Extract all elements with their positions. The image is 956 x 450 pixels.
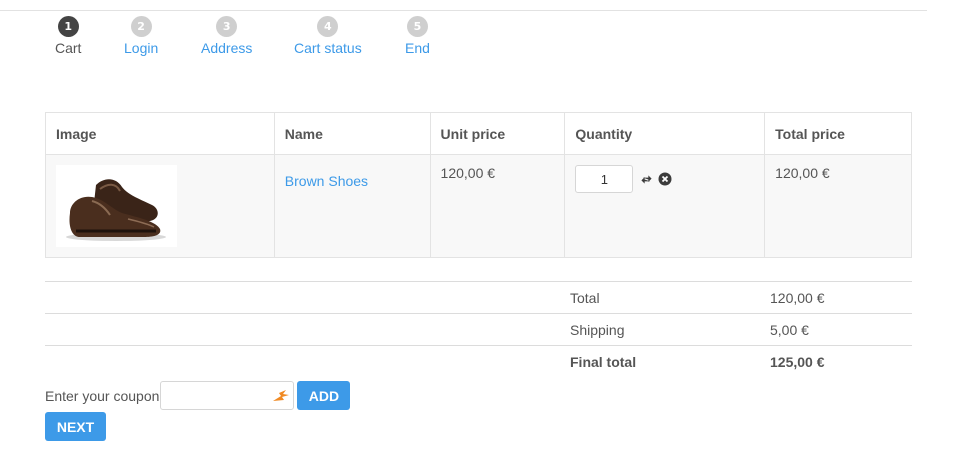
- step-label[interactable]: Address: [201, 40, 252, 56]
- shipping-row: Shipping 5,00 €: [45, 314, 912, 346]
- step-number: 1: [57, 16, 79, 37]
- product-image-cell: [45, 154, 275, 258]
- total-value: 120,00 €: [770, 290, 825, 306]
- coupon-form: Enter your coupon ADD: [45, 381, 351, 410]
- quantity-input[interactable]: [575, 165, 634, 193]
- final-total-value: 125,00 €: [770, 354, 825, 370]
- final-total-label: Final total: [570, 354, 637, 370]
- add-coupon-button[interactable]: ADD: [297, 381, 351, 410]
- product-name-cell: Brown Shoes: [273, 154, 431, 258]
- step-label: Cart: [55, 40, 82, 56]
- coupon-label: Enter your coupon: [45, 388, 160, 404]
- step-label[interactable]: Login: [124, 40, 158, 56]
- step-cart: 1 Cart: [55, 16, 81, 56]
- step-address[interactable]: 3 Address: [201, 16, 252, 56]
- step-number: 5: [406, 16, 428, 37]
- quantity-controls: [575, 165, 754, 193]
- header-total-price: Total price: [764, 112, 912, 155]
- fill-helper-icon[interactable]: [272, 388, 290, 404]
- total-row: Total 120,00 €: [45, 282, 912, 314]
- total-price-cell: 120,00 €: [764, 154, 912, 258]
- brown-shoes-image: [56, 165, 177, 247]
- step-cart-status[interactable]: 4 Cart status: [294, 16, 362, 56]
- refresh-icon[interactable]: [639, 172, 653, 186]
- product-name-link[interactable]: Brown Shoes: [285, 173, 368, 189]
- total-label: Total: [570, 290, 600, 306]
- table-header-row: Image Name Unit price Quantity Total pri…: [45, 112, 912, 155]
- step-login[interactable]: 2 Login: [124, 16, 158, 56]
- step-number: 3: [216, 16, 238, 37]
- totals-summary: Total 120,00 € Shipping 5,00 € Final tot…: [45, 281, 912, 376]
- remove-icon[interactable]: [658, 172, 672, 186]
- step-label[interactable]: Cart status: [294, 40, 362, 56]
- header-name: Name: [273, 112, 431, 155]
- step-label[interactable]: End: [405, 40, 430, 56]
- step-number: 2: [130, 16, 152, 37]
- top-divider: [0, 10, 927, 11]
- step-number: 4: [317, 16, 339, 37]
- cart-table: Image Name Unit price Quantity Total pri…: [45, 112, 912, 258]
- step-end[interactable]: 5 End: [405, 16, 430, 56]
- header-quantity: Quantity: [564, 112, 766, 155]
- shipping-value: 5,00 €: [770, 322, 809, 338]
- unit-price-cell: 120,00 €: [429, 154, 566, 258]
- header-image: Image: [45, 112, 275, 155]
- quantity-cell: [564, 154, 766, 258]
- final-total-row: Final total 125,00 €: [45, 346, 912, 376]
- table-row: Brown Shoes 120,00 € 1 120,00 €: [45, 154, 912, 258]
- next-button[interactable]: NEXT: [45, 412, 106, 441]
- header-unit-price: Unit price: [429, 112, 566, 155]
- shipping-label: Shipping: [570, 322, 625, 338]
- checkout-steps: 1 Cart 2 Login 3 Address 4 Cart status 5…: [0, 16, 600, 60]
- coupon-field-wrapper: [160, 381, 295, 410]
